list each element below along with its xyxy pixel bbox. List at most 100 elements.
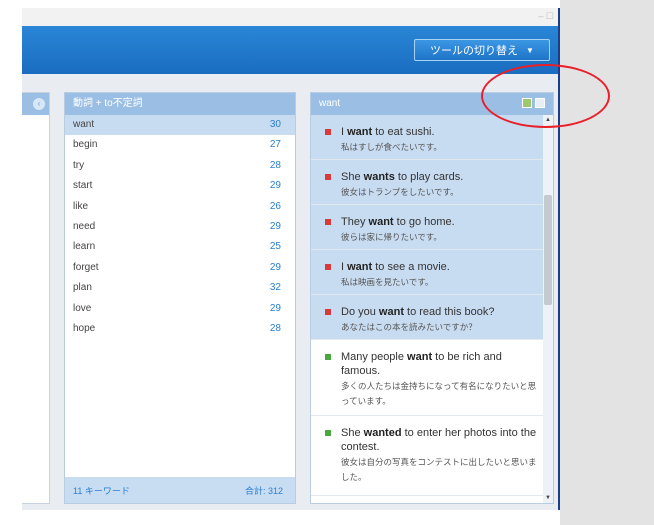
keyword-row[interactable]: need 29 (65, 217, 295, 237)
example-keyword: want (347, 126, 373, 138)
example-item[interactable]: Do you want to read this book? あなたはこの本を読み… (311, 295, 543, 340)
example-list: I want to eat sushi. 私はすしが食べたいです。 She want… (311, 115, 543, 503)
example-japanese: 彼女はトランプをしたいです。 (341, 187, 459, 197)
example-english: She wanted to enter her photos into the … (341, 426, 537, 454)
example-english-pre: She (341, 427, 364, 439)
app-window: – ☐ ツールの切り替え ▼ ‹ 動詞 + to不定詞 want 30 begin 2… (22, 8, 560, 510)
keyword-count-label: 11 キーワード (73, 485, 130, 496)
example-keyword: want (347, 261, 373, 273)
tool-switch-button[interactable]: ツールの切り替え ▼ (414, 39, 550, 61)
example-english-pre: They (341, 216, 369, 228)
example-english-post: to eat sushi. (372, 126, 435, 138)
example-english-post: to see a movie. (372, 261, 450, 273)
keyword-count: 28 (269, 322, 281, 334)
example-bullet-icon (325, 430, 331, 436)
example-english: I want to see a movie. (341, 260, 537, 274)
keyword-row[interactable]: learn 25 (65, 237, 295, 257)
example-english-post: to play cards. (394, 171, 464, 183)
example-bullet-icon (325, 264, 331, 270)
example-bullet-icon (325, 174, 331, 180)
panel-nav-icon[interactable]: ‹ (33, 98, 45, 110)
keyword-count: 26 (269, 200, 281, 212)
example-item[interactable]: They want to go home. 彼らは家に帰りたいです。 (311, 205, 543, 250)
keyword-count: 29 (269, 261, 281, 273)
keyword-word: want (73, 119, 95, 130)
keyword-row[interactable]: start 29 (65, 176, 295, 196)
keyword-row[interactable]: love 29 (65, 299, 295, 319)
example-english: Do you want to read this book? (341, 305, 537, 319)
keyword-word: love (73, 302, 92, 314)
keyword-count: 30 (269, 119, 281, 130)
example-english: They want to go home. (341, 215, 537, 229)
keyword-row[interactable]: like 26 (65, 197, 295, 217)
example-item[interactable]: I want to see a movie. 私は映画を見たいです。 (311, 250, 543, 295)
chevron-down-icon: ▼ (526, 45, 534, 55)
example-bullet-icon (325, 219, 331, 225)
keyword-count: 27 (269, 139, 281, 151)
keyword-list: want 30 begin 27 try 28 start 29 like 26 need 29 lea… (65, 115, 295, 339)
keyword-word: begin (73, 139, 98, 151)
keyword-row[interactable]: forget 29 (65, 258, 295, 278)
example-bullet-icon (325, 354, 331, 360)
keyword-word: hope (73, 322, 96, 334)
example-item[interactable]: Many people want to be rich and famous. 多… (311, 340, 543, 416)
keyword-row[interactable]: begin 27 (65, 135, 295, 155)
example-japanese: 私はすしが食べたいです。 (341, 142, 442, 152)
keyword-row[interactable]: try 28 (65, 156, 295, 176)
keyword-row[interactable]: plan 32 (65, 278, 295, 298)
keyword-word: try (73, 159, 85, 171)
example-item[interactable]: She wants to play cards. 彼女はトランプをしたいです。 (311, 160, 543, 205)
example-english: I want to eat sushi. (341, 125, 537, 139)
example-japanese: 彼女は自分の写真をコンテストに出したいと思いました。 (341, 457, 537, 482)
example-japanese: あなたはこの本を読みたいですか？ (341, 322, 477, 332)
window-controls[interactable]: – ☐ (538, 11, 554, 22)
example-japanese: 私は映画を見たいです。 (341, 277, 434, 287)
keyword-word: plan (73, 282, 92, 294)
keyword-count: 29 (269, 220, 281, 232)
keyword-count: 29 (269, 302, 281, 314)
annotation-circle (481, 64, 610, 128)
example-bullet-icon (325, 309, 331, 315)
example-japanese: 彼らは家に帰りたいです。 (341, 232, 442, 242)
example-japanese: 多くの人たちは金持ちになって有名になりたいと思っています。 (341, 381, 537, 406)
keyword-count: 25 (269, 241, 281, 253)
keyword-word: forget (73, 261, 99, 273)
example-keyword: want (378, 306, 404, 318)
keyword-panel-title: 動詞 + to不定詞 (65, 93, 295, 115)
keyword-panel-footer: 11 キーワード 合計: 312 (65, 477, 295, 503)
example-keyword: want (368, 216, 394, 228)
example-english: She wants to play cards. (341, 170, 537, 184)
keyword-row[interactable]: hope 28 (65, 319, 295, 339)
example-panel: want I want to eat sushi. 私はすしが食べたいです。 She… (310, 92, 554, 504)
keyword-count: 32 (269, 282, 281, 294)
toolbar: ツールの切り替え ▼ (22, 26, 558, 74)
title-bar: – ☐ (22, 8, 558, 26)
example-english-pre: Many people (341, 351, 408, 363)
left-panel-header: ‹ (22, 93, 49, 115)
example-panel-title: want (319, 98, 341, 109)
example-bullet-icon (325, 129, 331, 135)
scroll-down-icon[interactable]: ▼ (545, 495, 551, 501)
keyword-panel: 動詞 + to不定詞 want 30 begin 27 try 28 start 29 like… (64, 92, 296, 504)
keyword-word: need (73, 220, 96, 232)
tool-switch-label: ツールの切り替え (430, 45, 519, 57)
example-keyword: wants (363, 171, 395, 183)
keyword-word: learn (73, 241, 96, 253)
keyword-word: like (73, 200, 89, 212)
example-scrollbar[interactable]: ▲ ▼ (543, 115, 553, 503)
keyword-row[interactable]: want 30 (65, 115, 295, 136)
left-panel: ‹ (22, 92, 50, 504)
example-item[interactable]: She wanted to enter her photos into the … (311, 416, 543, 496)
keyword-count: 28 (269, 159, 281, 171)
example-english-pre: Do you (341, 306, 379, 318)
example-english-post: to read this book? (403, 306, 495, 318)
keyword-word: start (73, 180, 93, 192)
keyword-total-label: 合計: 312 (244, 485, 283, 496)
example-english-post: to go home. (393, 216, 455, 228)
example-keyword: wanted (363, 427, 402, 439)
example-english: Many people want to be rich and famous. (341, 350, 537, 378)
scroll-thumb[interactable] (544, 195, 552, 305)
example-keyword: want (407, 351, 433, 363)
example-english-pre: She (341, 171, 364, 183)
keyword-count: 29 (269, 180, 281, 192)
